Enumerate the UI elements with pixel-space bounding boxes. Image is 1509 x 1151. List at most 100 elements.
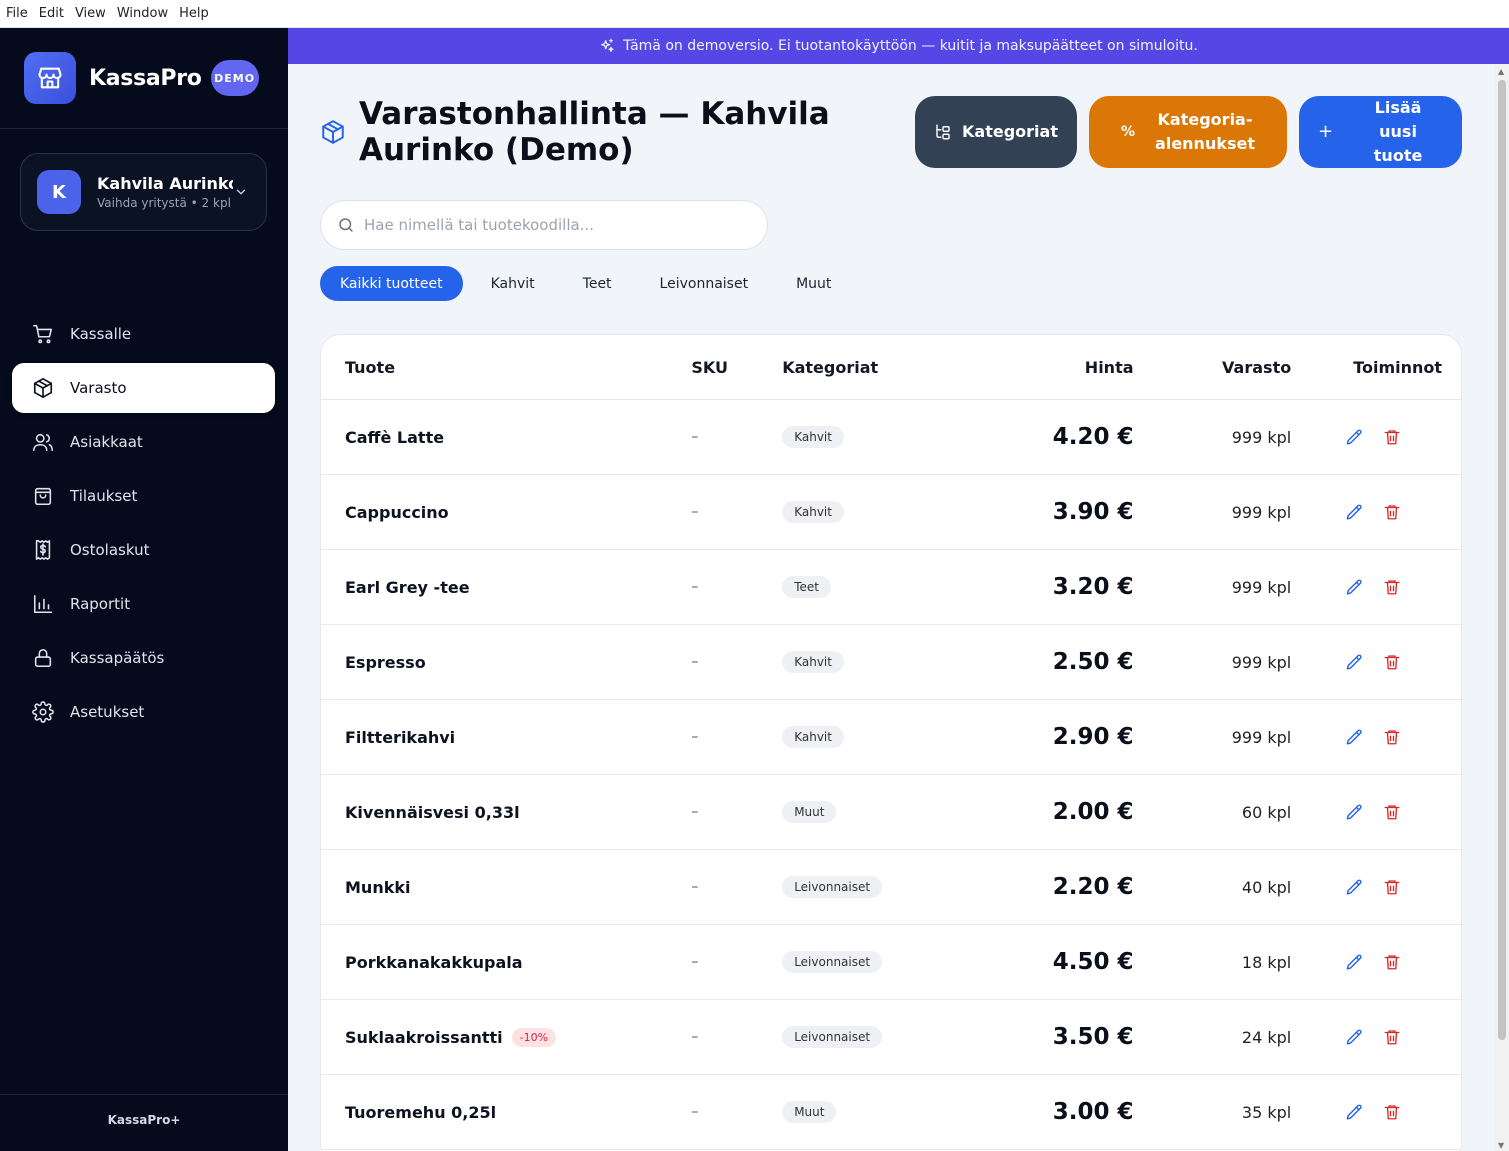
category-badge: Leivonnaiset (782, 876, 883, 898)
category-badge: Kahvit (782, 651, 844, 673)
table-row[interactable]: Espresso – Kahvit 2.50 € 999 kpl (321, 625, 1461, 700)
edit-icon[interactable] (1339, 947, 1369, 977)
table-row[interactable]: Kivennäisvesi 0,33l – Muut 2.00 € 60 kpl (321, 775, 1461, 850)
menu-help[interactable]: Help (179, 6, 209, 21)
header-sku[interactable]: SKU (667, 358, 782, 377)
category-cell: Kahvit (782, 651, 982, 673)
discount-badge: -10% (511, 1027, 557, 1047)
trash-icon[interactable] (1377, 1022, 1407, 1052)
sku-cell: – (691, 579, 699, 595)
stock-cell: 40 kpl (1241, 877, 1292, 897)
sku-cell: – (691, 879, 699, 895)
category-cell: Leivonnaiset (782, 876, 982, 898)
tab-teet[interactable]: Teet (563, 266, 632, 301)
edit-icon[interactable] (1339, 422, 1369, 452)
scroll-down-arrow[interactable]: ▼ (1498, 1141, 1504, 1150)
bar-chart-icon (31, 592, 55, 616)
product-name: Kivennäisvesi 0,33l (345, 802, 520, 822)
price-cell: 2.00 € (1052, 799, 1134, 825)
sidebar-item-kassalle[interactable]: Kassalle (12, 309, 275, 359)
table-row[interactable]: Suklaakroissantti -10% – Leivonnaiset 3.50 €… (321, 1000, 1461, 1075)
table-row[interactable]: Tuoremehu 0,25l – Muut 3.00 € 35 kpl (321, 1075, 1461, 1150)
demo-banner: Tämä on demoversio. Ei tuotantokäyttöön … (288, 28, 1509, 64)
edit-icon[interactable] (1339, 872, 1369, 902)
product-name: Earl Grey -tee (345, 577, 470, 597)
price-cell: 2.50 € (1052, 649, 1134, 675)
edit-icon[interactable] (1339, 722, 1369, 752)
product-name-cell: Suklaakroissantti -10% (321, 1027, 667, 1047)
product-name-cell: Earl Grey -tee (321, 578, 667, 597)
product-name-cell: Munkki (321, 878, 667, 897)
menubar: File Edit View Window Help (0, 0, 1509, 28)
sidebar-item-asiakkaat[interactable]: Asiakkaat (12, 417, 275, 467)
tab-kahvit[interactable]: Kahvit (471, 266, 555, 301)
table-body: Caffè Latte – Kahvit 4.20 €999 kpl Cappuccin… (321, 400, 1461, 1150)
header-stock[interactable]: Varasto (1134, 358, 1291, 377)
table-row[interactable]: Caffè Latte – Kahvit 4.20 € 999 kpl (321, 400, 1461, 475)
edit-icon[interactable] (1339, 497, 1369, 527)
header-categories[interactable]: Kategoriat (782, 358, 982, 377)
edit-icon[interactable] (1339, 572, 1369, 602)
menu-file[interactable]: File (6, 6, 28, 21)
package-icon (31, 376, 55, 400)
trash-icon[interactable] (1377, 572, 1407, 602)
table-row[interactable]: Cappuccino – Kahvit 3.90 € 999 kpl (321, 475, 1461, 550)
tab-all-products[interactable]: Kaikki tuotteet (320, 266, 463, 301)
category-cell: Muut (782, 1101, 982, 1123)
categories-button[interactable]: Kategoriat (915, 96, 1077, 168)
stock-cell: 999 kpl (1231, 652, 1292, 672)
trash-icon[interactable] (1377, 872, 1407, 902)
trash-icon[interactable] (1377, 422, 1407, 452)
product-name-cell: Tuoremehu 0,25l (321, 1103, 667, 1122)
price-cell: 2.20 € (1052, 874, 1134, 900)
edit-icon[interactable] (1339, 647, 1369, 677)
trash-icon[interactable] (1377, 497, 1407, 527)
add-product-button[interactable]: + Lisää uusi tuote (1299, 96, 1462, 168)
sku-cell: – (691, 429, 699, 445)
search-box[interactable] (320, 200, 768, 250)
sku-cell: – (691, 729, 699, 745)
sidebar-item-tilaukset[interactable]: Tilaukset (12, 471, 275, 521)
brand: KassaPro DEMO (24, 52, 259, 104)
scrollbar-thumb[interactable] (1498, 80, 1506, 1040)
table-row[interactable]: Munkki – Leivonnaiset 2.20 € 40 kpl (321, 850, 1461, 925)
edit-icon[interactable] (1339, 1022, 1369, 1052)
edit-icon[interactable] (1339, 1097, 1369, 1127)
menu-window[interactable]: Window (117, 6, 168, 21)
tab-muut[interactable]: Muut (776, 266, 851, 301)
header-product[interactable]: Tuote (321, 358, 667, 377)
sidebar-item-asetukset[interactable]: Asetukset (12, 687, 275, 737)
scrollbar[interactable]: ▲ ▼ (1495, 64, 1509, 1151)
table-row[interactable]: Porkkanakakkupala – Leivonnaiset 4.50 € 18 k… (321, 925, 1461, 1000)
actions-cell (1291, 572, 1461, 602)
trash-icon[interactable] (1377, 722, 1407, 752)
trash-icon[interactable] (1377, 1097, 1407, 1127)
actions-cell (1291, 1022, 1461, 1052)
search-input[interactable] (364, 216, 744, 234)
menu-view[interactable]: View (75, 6, 106, 21)
company-switcher[interactable]: K Kahvila Aurinko (Demo) Vaihda yritystä… (20, 153, 267, 231)
category-discounts-button[interactable]: % Kategoria-alennukset (1089, 96, 1287, 168)
sidebar-item-varasto[interactable]: Varasto (12, 363, 275, 413)
category-badge: Muut (782, 1101, 837, 1123)
scroll-up-arrow[interactable]: ▲ (1498, 67, 1504, 76)
trash-icon[interactable] (1377, 797, 1407, 827)
edit-icon[interactable] (1339, 797, 1369, 827)
table-row[interactable]: Earl Grey -tee – Teet 3.20 € 999 kpl (321, 550, 1461, 625)
price-cell: 3.20 € (1052, 574, 1134, 600)
sidebar-item-raportit[interactable]: Raportit (12, 579, 275, 629)
header-price[interactable]: Hinta (982, 358, 1134, 377)
trash-icon[interactable] (1377, 647, 1407, 677)
category-badge: Leivonnaiset (782, 951, 883, 973)
sku-cell: – (691, 654, 699, 670)
sidebar-item-label: Varasto (70, 379, 127, 397)
sidebar-item-kassapaatos[interactable]: Kassapäätös (12, 633, 275, 683)
tab-leivonnaiset[interactable]: Leivonnaiset (640, 266, 769, 301)
menu-edit[interactable]: Edit (39, 6, 64, 21)
sidebar-item-ostolaskut[interactable]: Ostolaskut (12, 525, 275, 575)
table-row[interactable]: Filtterikahvi – Kahvit 2.90 € 999 kpl (321, 700, 1461, 775)
price-cell: 3.90 € (1052, 499, 1134, 525)
trash-icon[interactable] (1377, 947, 1407, 977)
sidebar-nav: Kassalle Varasto Asiakkaat Tilaukset Ost… (12, 309, 275, 741)
invoice-icon (31, 538, 55, 562)
